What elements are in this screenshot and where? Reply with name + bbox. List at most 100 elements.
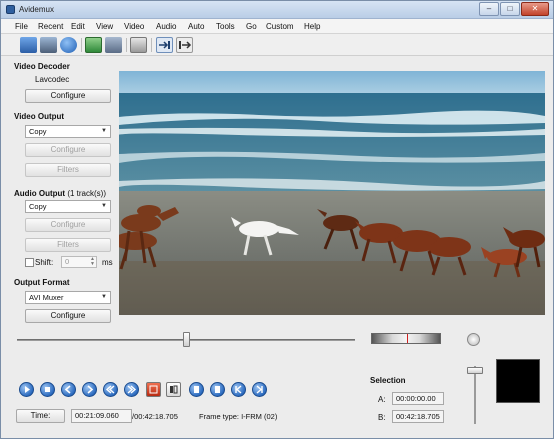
audio-track-count: (1 track(s)) xyxy=(67,189,106,198)
menu-tools[interactable]: Tools xyxy=(216,22,235,31)
volume-track[interactable] xyxy=(474,366,476,424)
output-preview-box xyxy=(496,359,540,403)
total-time: /00:42:18.705 xyxy=(132,412,178,421)
audio-output-title-text: Audio Output xyxy=(14,189,66,198)
next-frame-icon xyxy=(87,385,94,394)
play-button[interactable] xyxy=(19,382,34,397)
previous-black-frame-icon xyxy=(194,386,199,393)
maximize-button[interactable]: □ xyxy=(500,2,520,16)
menu-bar: File Recent Edit View Video Audio Auto T… xyxy=(1,19,553,34)
status-bar: Time: 00:21:09.060 /00:42:18.705 Frame t… xyxy=(11,407,451,425)
volume-slider-handle[interactable] xyxy=(467,367,483,374)
stepper-arrows-icon: ▲ ▼ xyxy=(90,256,95,267)
video-output-configure-button[interactable]: Configure xyxy=(25,143,111,157)
shift-value: 0 xyxy=(65,257,70,266)
menu-help[interactable]: Help xyxy=(304,22,320,31)
next-black-frame-button[interactable] xyxy=(210,382,225,397)
shift-label: Shift: xyxy=(35,258,54,267)
toolbar-separator xyxy=(126,38,127,52)
marker-b-icon xyxy=(170,385,178,394)
output-format-value: AVI Muxer xyxy=(29,293,64,302)
first-frame-icon xyxy=(235,385,242,394)
output-format-title: Output Format xyxy=(14,278,70,287)
output-format-configure-button[interactable]: Configure xyxy=(25,309,111,323)
previous-keyframe-button[interactable] xyxy=(103,382,118,397)
disk-icon[interactable] xyxy=(105,37,122,53)
menu-view[interactable]: View xyxy=(96,22,113,31)
close-button[interactable]: ✕ xyxy=(521,2,549,16)
settings-panel: Video Decoder Lavcodec Configure Video O… xyxy=(11,59,119,329)
app-logo-icon xyxy=(6,5,15,14)
info-icon[interactable] xyxy=(60,37,77,53)
arrow-out-icon xyxy=(179,41,192,49)
play-icon xyxy=(25,386,30,393)
first-frame-button[interactable] xyxy=(231,382,246,397)
previous-keyframe-icon xyxy=(105,385,115,394)
jog-shuttle[interactable] xyxy=(371,333,441,344)
video-decoder-codec: Lavcodec xyxy=(35,75,70,84)
jog-center-mark xyxy=(407,334,408,343)
marker-b-button[interactable] xyxy=(166,382,181,397)
previous-black-frame-button[interactable] xyxy=(189,382,204,397)
last-frame-button[interactable] xyxy=(252,382,267,397)
open-icon[interactable] xyxy=(20,37,37,53)
marker-a-icon xyxy=(149,385,158,394)
video-output-codec-select[interactable]: Copy ▼ xyxy=(25,125,111,138)
selection-a-field[interactable]: 00:00:00.00 xyxy=(392,392,444,405)
menu-go[interactable]: Go xyxy=(246,22,257,31)
menu-recent[interactable]: Recent xyxy=(38,22,63,31)
time-button[interactable]: Time: xyxy=(16,409,65,423)
audio-output-filters-button[interactable]: Filters xyxy=(25,238,111,252)
minimize-button[interactable]: – xyxy=(479,2,499,16)
video-output-filters-button[interactable]: Filters xyxy=(25,163,111,177)
volume-icon[interactable] xyxy=(467,333,480,346)
video-preview xyxy=(119,71,545,315)
current-time-field[interactable]: 00:21:09.060 xyxy=(71,409,132,423)
audio-output-configure-button[interactable]: Configure xyxy=(25,218,111,232)
arrow-in-icon xyxy=(159,41,170,49)
toggle-input-icon[interactable] xyxy=(156,37,173,53)
save-icon[interactable] xyxy=(40,37,57,53)
menu-video[interactable]: Video xyxy=(124,22,144,31)
audio-output-codec-value: Copy xyxy=(29,202,47,211)
chevron-down-icon: ▼ xyxy=(101,128,107,134)
calculator-icon[interactable] xyxy=(130,37,147,53)
video-decoder-title: Video Decoder xyxy=(14,62,70,71)
menu-file[interactable]: File xyxy=(15,22,28,31)
save-project-icon[interactable] xyxy=(85,37,102,53)
stop-button[interactable] xyxy=(40,382,55,397)
application-window: Avidemux – □ ✕ File Recent Edit View Vid… xyxy=(0,0,554,439)
shift-stepper[interactable]: 0 ▲ ▼ xyxy=(61,256,97,268)
next-keyframe-icon xyxy=(127,385,137,394)
output-format-select[interactable]: AVI Muxer ▼ xyxy=(25,291,111,304)
title-bar[interactable]: Avidemux – □ ✕ xyxy=(1,1,553,19)
shift-unit: ms xyxy=(102,258,113,267)
toolbar-separator xyxy=(81,38,82,52)
previous-frame-icon xyxy=(64,385,71,394)
beach-horses-image xyxy=(119,71,545,315)
last-frame-icon xyxy=(256,385,263,394)
window-title: Avidemux xyxy=(19,5,54,14)
video-output-codec-value: Copy xyxy=(29,127,47,136)
stop-icon xyxy=(45,387,50,392)
audio-output-title: Audio Output (1 track(s)) xyxy=(14,189,106,198)
marker-a-button[interactable] xyxy=(146,382,161,397)
selection-title: Selection xyxy=(370,376,406,385)
next-frame-button[interactable] xyxy=(82,382,97,397)
video-output-title: Video Output xyxy=(14,112,65,121)
next-black-frame-icon xyxy=(215,386,220,393)
menu-edit[interactable]: Edit xyxy=(71,22,85,31)
next-keyframe-button[interactable] xyxy=(124,382,139,397)
chevron-down-icon: ▼ xyxy=(101,203,107,209)
previous-frame-button[interactable] xyxy=(61,382,76,397)
selection-a-label: A: xyxy=(378,395,386,404)
shift-checkbox[interactable] xyxy=(25,258,34,267)
menu-auto[interactable]: Auto xyxy=(188,22,204,31)
toggle-output-icon[interactable] xyxy=(176,37,193,53)
toolbar xyxy=(1,34,553,56)
timeline-slider-handle[interactable] xyxy=(182,332,190,347)
menu-custom[interactable]: Custom xyxy=(266,22,294,31)
video-decoder-configure-button[interactable]: Configure xyxy=(25,89,111,103)
menu-audio[interactable]: Audio xyxy=(156,22,176,31)
audio-output-codec-select[interactable]: Copy ▼ xyxy=(25,200,111,213)
